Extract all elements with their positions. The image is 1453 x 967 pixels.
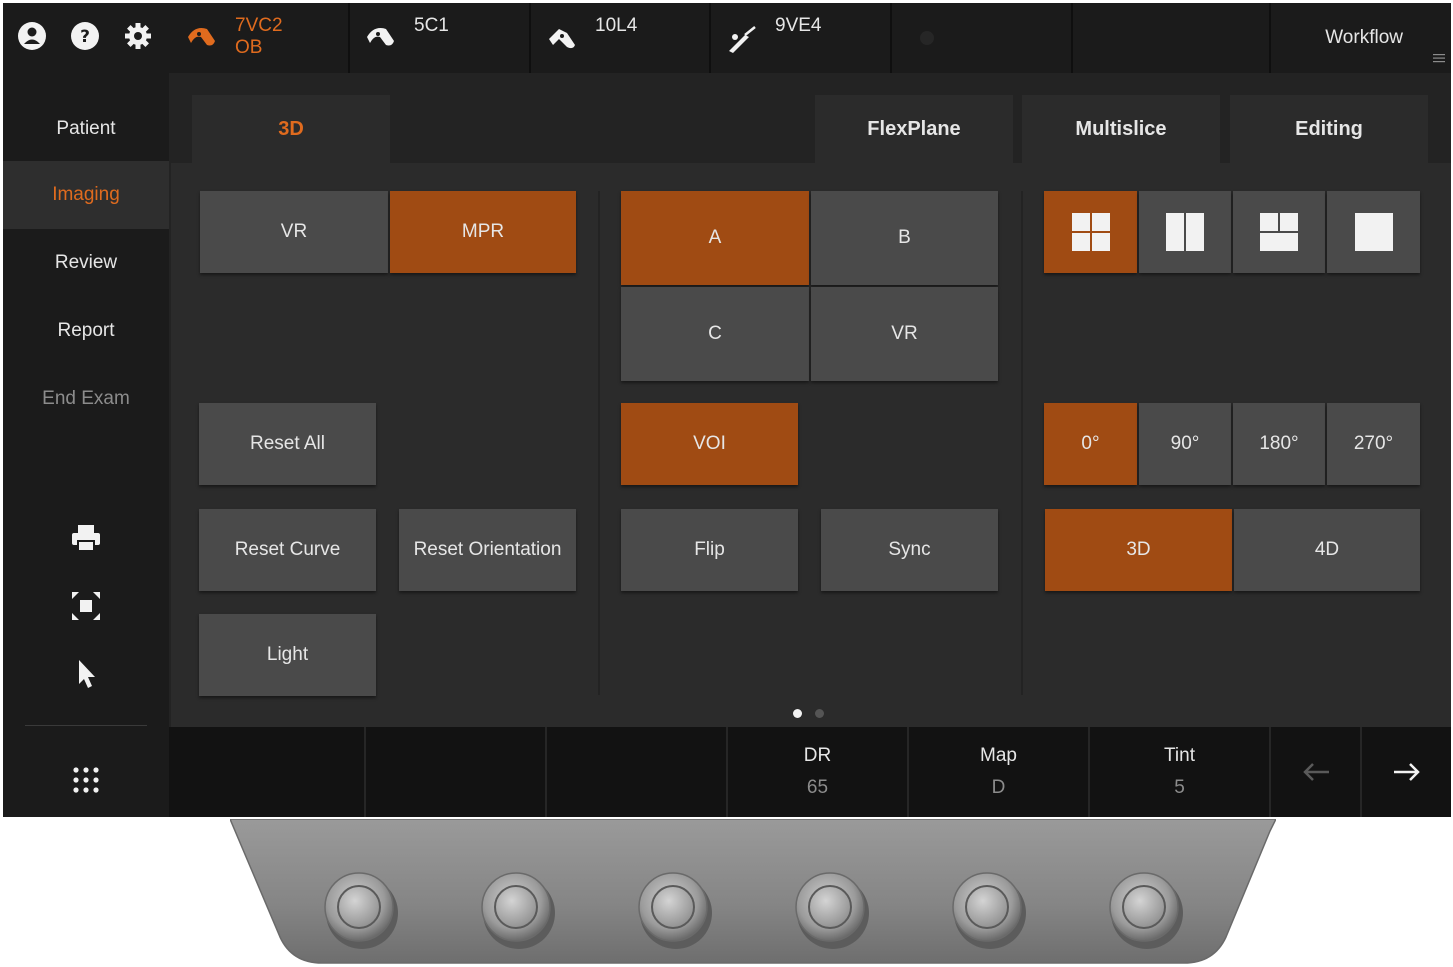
next-page-button[interactable] (1362, 727, 1451, 817)
reset-orientation-button[interactable]: Reset Orientation (399, 509, 576, 591)
column-divider (1021, 191, 1023, 695)
plane-vr-button[interactable]: VR (811, 287, 998, 381)
flip-button[interactable]: Flip (621, 509, 798, 591)
tab-editing[interactable]: Editing (1230, 95, 1428, 163)
plane-b-button[interactable]: B (811, 191, 998, 285)
left-nav: Patient Imaging Review Report End Exam (3, 73, 169, 817)
quad-layout-icon (1071, 213, 1110, 251)
soft-key-empty-2[interactable] (366, 727, 547, 817)
svg-text:?: ? (80, 27, 90, 47)
pointer-icon[interactable] (69, 657, 103, 691)
probe-preset: OB (235, 37, 263, 58)
param-title: Map (980, 745, 1017, 766)
curved-probe-icon (188, 28, 215, 46)
help-icon[interactable]: ? (70, 21, 100, 51)
plane-a-button[interactable]: A (621, 191, 809, 285)
3d-controls-panel: VR MPR Reset All Reset Curve Reset Orien… (171, 163, 1451, 727)
single-layout-button[interactable] (1327, 191, 1420, 273)
voi-button[interactable]: VOI (621, 403, 798, 485)
patient-icon[interactable] (17, 21, 47, 51)
probe-port-icon (920, 31, 934, 45)
fullscreen-icon[interactable] (69, 589, 103, 623)
rotate-90-button[interactable]: 90° (1139, 403, 1231, 485)
soft-key-empty-1[interactable] (169, 727, 366, 817)
linear-probe-icon (549, 29, 575, 49)
param-title: Tint (1164, 745, 1195, 766)
top-bar: ? 7VC2 OB 5C1 10L4 9VE4 Workflow (3, 3, 1451, 73)
probe-name: 5C1 (414, 15, 449, 36)
curved-probe-icon (367, 28, 394, 46)
reset-curve-button[interactable]: Reset Curve (199, 509, 376, 591)
dr-param[interactable]: DR 65 (728, 727, 909, 817)
map-param[interactable]: Map D (909, 727, 1090, 817)
param-value: 5 (1174, 777, 1185, 798)
probe-tab-2[interactable]: 5C1 (350, 3, 531, 73)
prev-page-button[interactable] (1271, 727, 1362, 817)
single-layout-icon (1354, 213, 1393, 251)
nav-separator (25, 725, 147, 726)
arrow-left-icon (1302, 763, 1329, 781)
workflow-button[interactable]: Workflow (1325, 27, 1403, 49)
dual-layout-icon (1166, 213, 1204, 251)
tab-flexplane[interactable]: FlexPlane (815, 95, 1013, 163)
arrow-right-icon (1393, 763, 1420, 781)
sync-button[interactable]: Sync (821, 509, 998, 591)
quad-layout-button[interactable] (1044, 191, 1137, 273)
tab-3d[interactable]: 3D (192, 95, 390, 163)
page-dot[interactable] (815, 709, 824, 718)
probe-name: 10L4 (595, 15, 638, 36)
column-divider (598, 191, 600, 695)
rotate-180-button[interactable]: 180° (1233, 403, 1325, 485)
probe-name: 7VC2 (235, 15, 283, 36)
mode-4d-button[interactable]: 4D (1234, 509, 1420, 591)
nav-item-patient[interactable]: Patient (3, 95, 169, 163)
param-value: 65 (806, 777, 829, 798)
ultrasound-touch-panel: ? 7VC2 OB 5C1 10L4 9VE4 Workflow Patient… (3, 3, 1451, 817)
mode-3d-button[interactable]: 3D (1045, 509, 1232, 591)
nav-item-review[interactable]: Review (3, 229, 169, 297)
probe-tab-3[interactable]: 10L4 (531, 3, 711, 73)
param-title: DR (803, 745, 832, 766)
probe-tab-empty-2[interactable] (1073, 3, 1271, 73)
menu-icon[interactable] (1433, 53, 1445, 63)
probe-tab-4[interactable]: 9VE4 (711, 3, 892, 73)
settings-icon[interactable] (123, 21, 153, 51)
tab-multislice[interactable]: Multislice (1022, 95, 1220, 163)
light-button[interactable]: Light (199, 614, 376, 696)
soft-key-empty-3[interactable] (547, 727, 728, 817)
print-icon[interactable] (69, 521, 103, 555)
apps-grid-icon[interactable] (69, 763, 103, 797)
nav-item-end-exam[interactable]: End Exam (3, 365, 169, 433)
render-mpr-button[interactable]: MPR (390, 191, 576, 273)
page-dot-active[interactable] (793, 709, 802, 718)
plane-c-button[interactable]: C (621, 287, 809, 381)
nav-item-imaging[interactable]: Imaging (3, 161, 169, 229)
rotate-270-button[interactable]: 270° (1327, 403, 1420, 485)
tri-layout-button[interactable] (1233, 191, 1325, 273)
param-value: D (991, 777, 1006, 798)
tri-layout-icon (1260, 213, 1298, 251)
bottom-parameter-bar: DR 65 Map D Tint 5 (169, 727, 1451, 817)
tint-param[interactable]: Tint 5 (1090, 727, 1271, 817)
nav-item-report[interactable]: Report (3, 297, 169, 365)
reset-all-button[interactable]: Reset All (199, 403, 376, 485)
hardware-knob-strip (230, 819, 1276, 964)
probe-tab-empty-1[interactable] (892, 3, 1073, 73)
dual-layout-button[interactable] (1139, 191, 1231, 273)
endocavity-probe-icon (729, 26, 756, 53)
rotate-0-button[interactable]: 0° (1044, 403, 1137, 485)
probe-tab-1[interactable]: 7VC2 OB (171, 3, 350, 73)
render-vr-button[interactable]: VR (200, 191, 388, 273)
probe-name: 9VE4 (775, 15, 822, 36)
